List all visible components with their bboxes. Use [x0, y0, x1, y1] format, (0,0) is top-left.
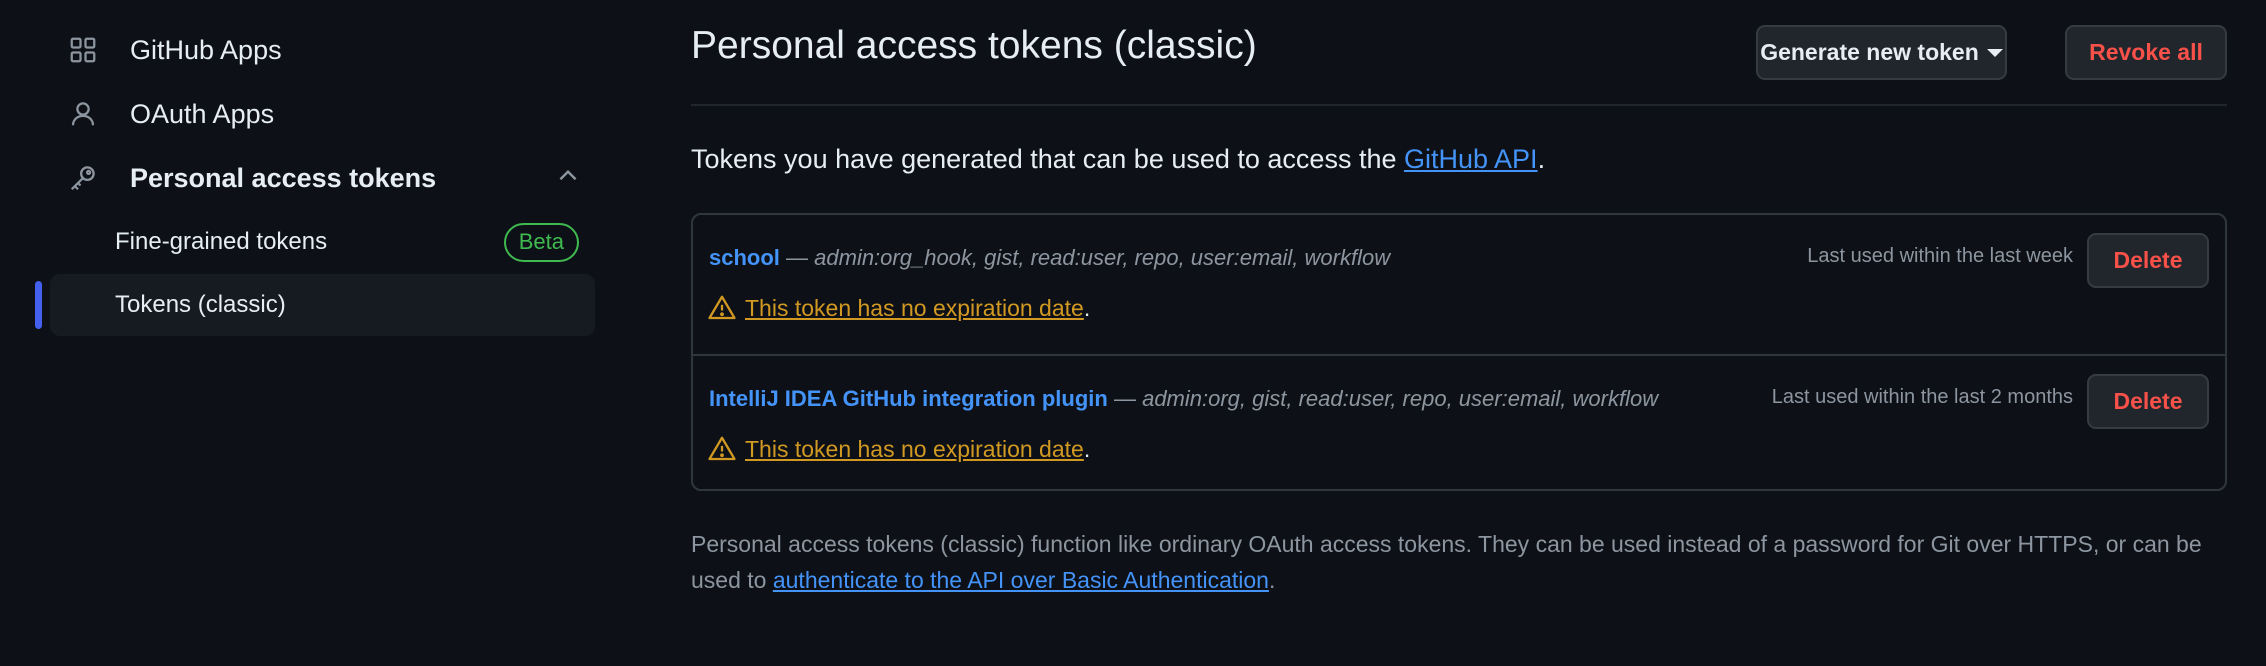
intro-text-after: . [1537, 144, 1546, 174]
apps-grid-icon [66, 33, 100, 67]
sidebar-item-github-apps[interactable]: GitHub Apps [50, 19, 595, 81]
token-list: school — admin:org_hook, gist, read:user… [691, 213, 2227, 491]
token-separator: — [1107, 386, 1143, 411]
token-row: school — admin:org_hook, gist, read:user… [693, 215, 2225, 352]
warning-end: . [1083, 435, 1091, 462]
sidebar-item-label: Personal access tokens [130, 162, 437, 193]
intro-text-before: Tokens you have generated that can be us… [691, 144, 1404, 174]
token-last-used: Last used within the last week [1807, 245, 2073, 267]
generate-new-token-button[interactable]: Generate new token [1756, 25, 2007, 80]
no-expiration-link[interactable]: This token has no expiration date [745, 436, 1084, 463]
token-last-used: Last used within the last 2 months [1771, 386, 2073, 408]
alert-icon [708, 436, 736, 461]
expiration-warning: This token has no expiration date. [707, 434, 1090, 464]
sidebar-item-label: Fine-grained tokens [115, 228, 328, 255]
sidebar-item-label: OAuth Apps [130, 98, 275, 129]
token-header: school — admin:org_hook, gist, read:user… [709, 245, 1390, 271]
warning-end: . [1083, 294, 1091, 321]
footnote-text: Personal access tokens (classic) functio… [691, 526, 2227, 598]
expiration-warning: This token has no expiration date. [707, 293, 1090, 323]
no-expiration-link[interactable]: This token has no expiration date [745, 295, 1084, 322]
settings-sidebar: GitHub Apps OAuth Apps Personal access t… [0, 0, 600, 666]
token-separator: — [779, 245, 815, 270]
token-scopes: admin:org, gist, read:user, repo, user:e… [1142, 386, 1659, 411]
generate-new-token-label: Generate new token [1760, 39, 1979, 65]
sidebar-item-label: Tokens (classic) [115, 291, 286, 318]
person-icon [66, 97, 100, 131]
page-title: Personal access tokens (classic) [691, 24, 1257, 67]
alert-icon [708, 295, 736, 320]
token-name-link[interactable]: IntelliJ IDEA GitHub integration plugin [709, 386, 1108, 411]
token-scopes: admin:org_hook, gist, read:user, repo, u… [814, 245, 1391, 270]
delete-token-button[interactable]: Delete [2087, 233, 2209, 288]
revoke-all-button[interactable]: Revoke all [2065, 25, 2227, 80]
caret-down-icon [1986, 48, 2003, 57]
sidebar-item-label: GitHub Apps [130, 34, 282, 65]
delete-token-button[interactable]: Delete [2087, 374, 2209, 429]
token-row: IntelliJ IDEA GitHub integration plugin … [693, 354, 2225, 493]
intro-text: Tokens you have generated that can be us… [691, 144, 1545, 175]
token-header: IntelliJ IDEA GitHub integration plugin … [709, 386, 1658, 412]
sidebar-item-oauth-apps[interactable]: OAuth Apps [50, 83, 595, 145]
beta-badge: Beta [503, 223, 579, 262]
header-divider [691, 104, 2227, 106]
basic-auth-link[interactable]: authenticate to the API over Basic Authe… [773, 567, 1269, 593]
github-api-link[interactable]: GitHub API [1404, 144, 1538, 174]
footnote-text-after: . [1268, 567, 1276, 593]
key-icon [66, 161, 100, 195]
token-name-link[interactable]: school [709, 245, 780, 270]
sidebar-item-personal-access-tokens[interactable]: Personal access tokens [50, 147, 595, 209]
sidebar-item-tokens-classic[interactable]: Tokens (classic) [50, 274, 595, 336]
chevron-up-icon[interactable] [555, 163, 581, 189]
active-indicator [35, 281, 42, 329]
main-content: Personal access tokens (classic) Generat… [691, 0, 2227, 666]
sidebar-item-fine-grained-tokens[interactable]: Fine-grained tokens Beta [50, 211, 595, 273]
